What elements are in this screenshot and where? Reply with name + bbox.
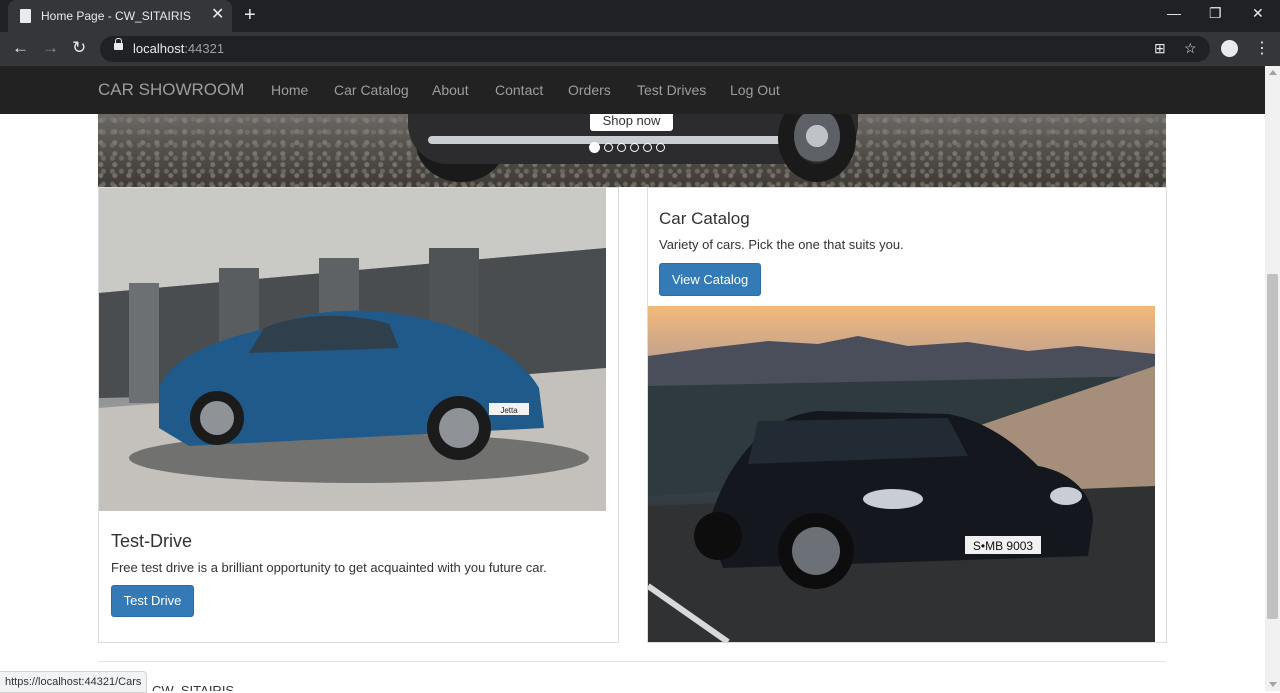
test-drive-panel: Jetta Test-Drive Free test drive is a br… <box>98 187 619 643</box>
nav-car-catalog[interactable]: Car Catalog <box>334 82 409 98</box>
carousel-indicators <box>589 142 665 153</box>
restore-icon[interactable]: ❐ <box>1209 5 1222 21</box>
browser-tabstrip: Home Page - CW_SITAIRIS ✕ + — ❐ ✕ <box>0 0 1280 32</box>
close-window-icon[interactable]: ✕ <box>1252 5 1264 21</box>
back-icon[interactable]: ← <box>12 39 29 57</box>
footer-text: CW_SITAIRIS <box>152 683 235 691</box>
mercedes-image: S•MB 9003 <box>648 306 1155 642</box>
tab-title: Home Page - CW_SITAIRIS <box>41 9 191 23</box>
scroll-up-icon[interactable] <box>1269 70 1277 75</box>
page-icon <box>20 9 31 23</box>
jetta-image: Jetta <box>99 188 606 511</box>
car-catalog-text: Variety of cars. Pick the one that suits… <box>659 237 904 252</box>
carousel-indicator[interactable] <box>643 143 652 152</box>
scroll-down-icon[interactable] <box>1269 682 1277 687</box>
carousel-indicator[interactable] <box>617 143 626 152</box>
footer-divider <box>98 661 1166 662</box>
reload-icon[interactable]: ↻ <box>72 39 86 57</box>
test-drive-text: Free test drive is a brilliant opportuni… <box>111 560 547 575</box>
new-tab-icon[interactable]: + <box>244 5 256 25</box>
forward-icon[interactable]: → <box>42 39 59 57</box>
scroll-thumb[interactable] <box>1267 274 1278 619</box>
shop-now-button[interactable]: Shop now <box>590 114 673 131</box>
test-drive-title: Test-Drive <box>111 531 193 551</box>
jetta-badge-text: Jetta <box>500 406 518 415</box>
page-viewport: CAR SHOWROOM Home Car Catalog About Cont… <box>0 66 1265 691</box>
merc-plate-text: S•MB 9003 <box>973 539 1034 553</box>
browser-toolbar: ← → ↻ localhost:44321 ⊞ ☆ ⋮ <box>0 32 1280 66</box>
hero-carousel[interactable]: Shop now <box>98 114 1166 187</box>
carousel-indicator[interactable] <box>656 143 665 152</box>
nav-about[interactable]: About <box>432 82 469 98</box>
brand-link[interactable]: CAR SHOWROOM <box>98 80 244 100</box>
nav-log-out[interactable]: Log Out <box>730 82 780 98</box>
nav-test-drives[interactable]: Test Drives <box>637 82 706 98</box>
view-catalog-button[interactable]: View Catalog <box>659 263 761 296</box>
profile-icon[interactable] <box>1221 40 1238 57</box>
translate-icon[interactable]: ⊞ <box>1154 40 1166 57</box>
page-scrollbar[interactable] <box>1265 66 1280 691</box>
minimize-icon[interactable]: — <box>1167 5 1181 21</box>
nav-contact[interactable]: Contact <box>495 82 543 98</box>
address-bar[interactable]: localhost:44321 ⊞ ☆ <box>100 36 1210 62</box>
bookmark-star-icon[interactable]: ☆ <box>1184 40 1197 57</box>
menu-icon[interactable]: ⋮ <box>1254 38 1270 58</box>
nav-orders[interactable]: Orders <box>568 82 611 98</box>
close-tab-icon[interactable]: ✕ <box>211 7 224 23</box>
nav-home[interactable]: Home <box>271 82 308 98</box>
site-navbar: CAR SHOWROOM Home Car Catalog About Cont… <box>0 66 1265 114</box>
lock-icon[interactable] <box>114 38 123 50</box>
url-text[interactable]: localhost:44321 <box>133 41 224 56</box>
carousel-indicator[interactable] <box>630 143 639 152</box>
car-catalog-title: Car Catalog <box>659 209 750 228</box>
browser-tab[interactable]: Home Page - CW_SITAIRIS ✕ <box>8 0 232 32</box>
status-bar-url: https://localhost:44321/Cars <box>0 671 148 693</box>
carousel-indicator[interactable] <box>589 142 600 153</box>
carousel-indicator[interactable] <box>604 143 613 152</box>
test-drive-button[interactable]: Test Drive <box>111 585 194 617</box>
car-catalog-panel: Car Catalog Variety of cars. Pick the on… <box>647 187 1167 643</box>
